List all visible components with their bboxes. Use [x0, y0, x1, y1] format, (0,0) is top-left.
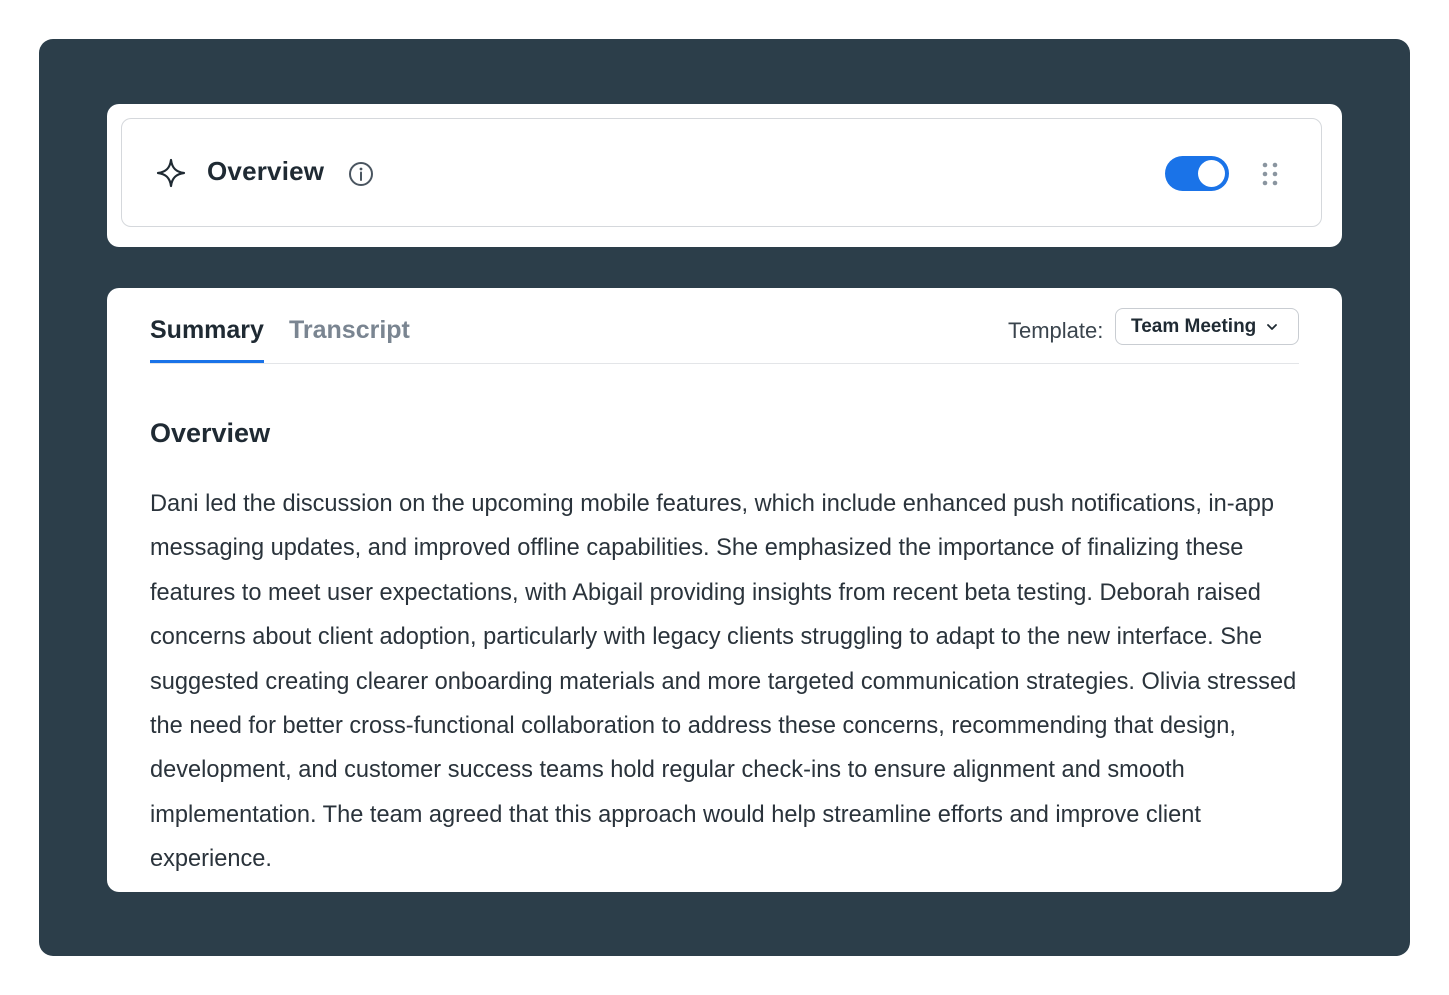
drag-handle-icon[interactable] — [1260, 161, 1280, 187]
overview-header-card: Overview — [107, 104, 1342, 247]
section-heading: Overview — [150, 418, 271, 448]
tab-bar: Summary Transcript Template: Team Meetin… — [150, 308, 1299, 364]
summary-text: Dani led the discussion on the upcoming … — [150, 491, 1297, 873]
template-dropdown[interactable]: Team Meeting — [1115, 308, 1299, 345]
overview-header-row: Overview — [121, 118, 1322, 227]
template-selected-value: Team Meeting — [1131, 316, 1257, 337]
tab-summary[interactable]: Summary — [150, 312, 264, 363]
tab-transcript[interactable]: Transcript — [289, 312, 410, 362]
summary-card: Summary Transcript Template: Team Meetin… — [107, 288, 1342, 892]
sparkle-icon — [156, 158, 186, 188]
chevron-down-icon — [1267, 324, 1277, 330]
overview-title: Overview — [207, 156, 325, 186]
app-frame: Overview Summary Transcript Template: Te… — [39, 39, 1410, 956]
info-icon[interactable] — [348, 161, 374, 187]
template-label: Template: — [1008, 318, 1104, 343]
overview-toggle[interactable] — [1165, 156, 1229, 191]
toggle-knob — [1198, 160, 1225, 187]
